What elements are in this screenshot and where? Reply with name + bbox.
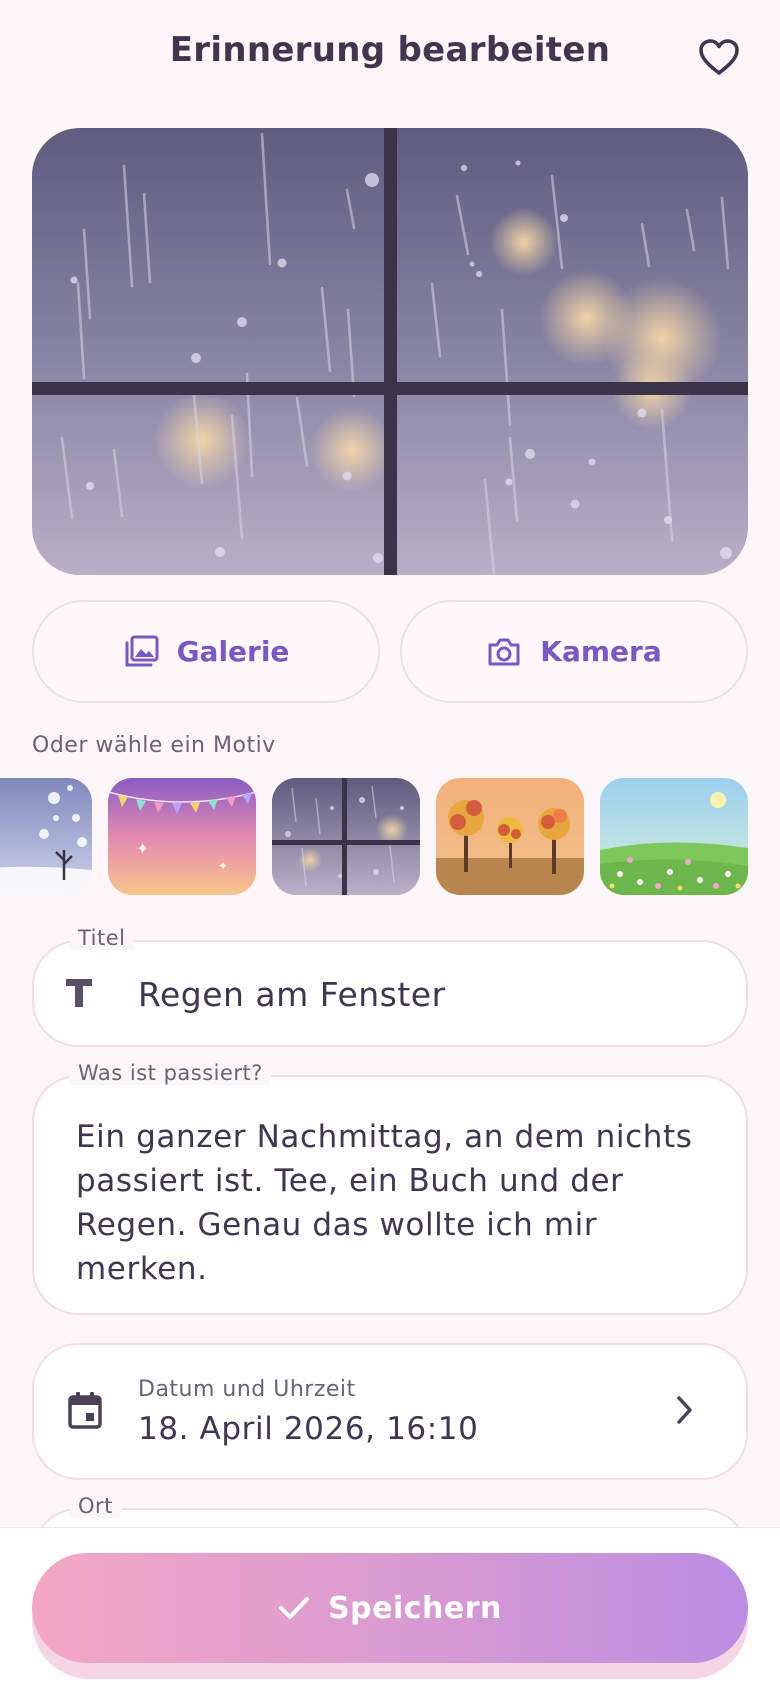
save-label: Speichern: [328, 1590, 502, 1626]
location-legend: Ort: [70, 1494, 121, 1518]
datetime-label: Datum und Uhrzeit: [138, 1377, 356, 1402]
datetime-value: 18. April 2026, 16:10: [138, 1411, 479, 1447]
datetime-field[interactable]: Datum und Uhrzeit 18. April 2026, 16:10: [32, 1343, 748, 1480]
checkmark-icon: [279, 1597, 310, 1619]
favorite-button[interactable]: [692, 30, 746, 84]
camera-icon: [488, 638, 520, 665]
app-header: Erinnerung bearbeiten: [0, 0, 780, 110]
description-legend: Was ist passiert?: [70, 1061, 271, 1085]
heart-outline-icon: [699, 39, 739, 75]
gallery-icon: [125, 635, 159, 666]
motif-winter-snow[interactable]: [0, 778, 92, 895]
gallery-label: Galerie: [176, 635, 290, 668]
camera-label: Kamera: [540, 635, 662, 668]
motif-rain-window[interactable]: [272, 778, 420, 895]
description-textarea[interactable]: Ein ganzer Nachmittag, an dem nichts pas…: [76, 1115, 706, 1291]
motif-autumn-trees[interactable]: [436, 778, 584, 895]
save-button[interactable]: Speichern: [32, 1553, 748, 1663]
gallery-button[interactable]: Galerie: [32, 600, 380, 703]
memory-image[interactable]: [32, 128, 748, 575]
svg-text:✦: ✦: [136, 839, 149, 858]
page-title: Erinnerung bearbeiten: [169, 30, 611, 70]
description-field[interactable]: Was ist passiert? Ein ganzer Nachmittag,…: [32, 1061, 748, 1315]
camera-button[interactable]: Kamera: [400, 600, 748, 703]
calendar-icon: [68, 1392, 102, 1429]
svg-text:✦: ✦: [218, 859, 228, 873]
motif-party-garland[interactable]: ✦ ✦: [108, 778, 256, 895]
title-field[interactable]: Titel Regen am Fenster: [32, 926, 748, 1047]
title-legend: Titel: [70, 926, 134, 950]
chevron-right-icon: [677, 1396, 692, 1424]
motif-section-label: Oder wähle ein Motiv: [32, 733, 276, 758]
motif-spring-meadow[interactable]: [600, 778, 748, 895]
motif-carousel[interactable]: ✦ ✦: [0, 778, 780, 895]
title-input[interactable]: Regen am Fenster: [138, 975, 446, 1014]
text-icon: [66, 979, 92, 1007]
